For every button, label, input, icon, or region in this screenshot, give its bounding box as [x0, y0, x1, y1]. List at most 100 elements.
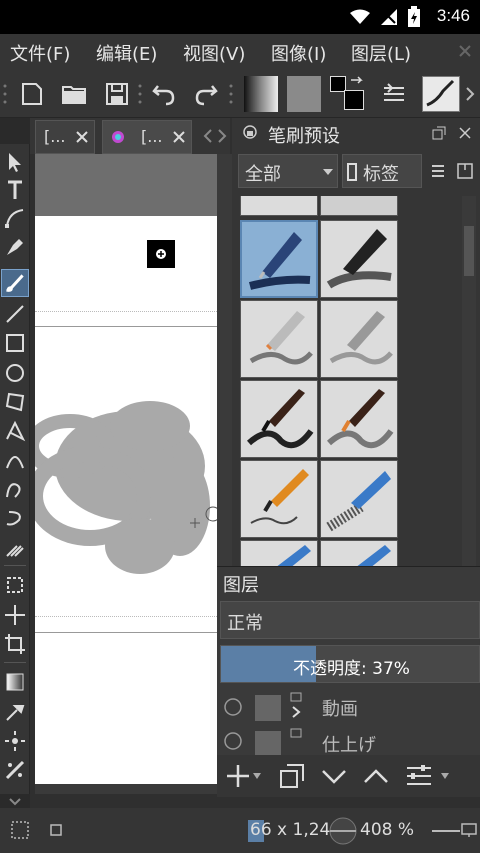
close-tab-icon[interactable]: [173, 131, 185, 143]
color-selector[interactable]: [330, 76, 366, 112]
selection-mode-icon[interactable]: [10, 820, 30, 840]
layer-properties-dropdown-icon[interactable]: [441, 773, 449, 779]
brush-settings-icon[interactable]: [380, 80, 408, 108]
swap-colors-icon[interactable]: [349, 76, 365, 90]
pattern-selector[interactable]: [287, 76, 321, 112]
tab-scroll-right-icon[interactable]: [216, 128, 228, 144]
tab-scroll-left-icon[interactable]: [202, 128, 214, 144]
move-layer-down-icon[interactable]: [321, 763, 347, 789]
layer-row[interactable]: 動画: [217, 689, 480, 725]
brush-preset[interactable]: [240, 460, 318, 538]
undo-icon[interactable]: [150, 80, 178, 108]
multibrush-icon[interactable]: [3, 536, 27, 560]
ellipse-tool-icon[interactable]: [3, 361, 27, 385]
smart-patch-icon[interactable]: [3, 729, 27, 753]
layer-properties-icon[interactable]: [405, 763, 433, 789]
bezier-tool-icon[interactable]: [3, 448, 27, 472]
main-toolbar: [0, 70, 480, 118]
polygon-tool-icon[interactable]: [3, 390, 27, 414]
lock-docker-icon[interactable]: [242, 124, 258, 140]
menu-file[interactable]: 文件(F): [10, 40, 70, 66]
brush-preset[interactable]: [240, 300, 318, 378]
visibility-eye-icon[interactable]: [223, 697, 243, 717]
brush-filter-dropdown[interactable]: 全部: [238, 154, 338, 188]
move-tool-icon[interactable]: [3, 603, 27, 627]
blend-mode-dropdown[interactable]: 正常: [220, 601, 480, 639]
dynamic-brush-icon[interactable]: [3, 506, 27, 530]
pencil-brush-icon: [249, 311, 313, 365]
close-tab-icon[interactable]: [76, 131, 88, 143]
brush-preset[interactable]: [320, 196, 398, 216]
canvas-viewport[interactable]: [35, 154, 217, 794]
display-settings-icon[interactable]: [460, 822, 478, 838]
redo-icon[interactable]: [192, 80, 220, 108]
brush-preset[interactable]: [320, 460, 398, 538]
brush-preset[interactable]: [320, 220, 398, 298]
blend-mode-value: 正常: [227, 613, 263, 634]
menu-image[interactable]: 图像(I): [271, 40, 326, 66]
view-menu-icon[interactable]: [430, 164, 446, 178]
layer-row[interactable]: 仕上げ: [217, 725, 480, 755]
brush-preset[interactable]: [320, 300, 398, 378]
horizontal-scrollbar[interactable]: [35, 784, 217, 794]
brush-presets-docker: 笔刷预设 全部 标签: [232, 118, 480, 568]
calligraphy-icon[interactable]: [3, 235, 27, 259]
add-layer-icon[interactable]: [225, 763, 251, 789]
close-docker-icon[interactable]: [458, 126, 472, 140]
floating-add-button[interactable]: [147, 240, 175, 268]
brush-tool-active[interactable]: [1, 269, 29, 297]
assistant-tool-icon[interactable]: [3, 758, 27, 782]
opacity-slider[interactable]: 不透明度: 37%: [220, 645, 480, 683]
edit-shapes-icon[interactable]: [3, 206, 27, 230]
close-document-icon[interactable]: [458, 44, 472, 58]
rectangle-tool-icon[interactable]: [3, 331, 27, 355]
menu-layer[interactable]: 图层(L): [351, 40, 411, 66]
visibility-eye-icon[interactable]: [223, 731, 243, 751]
menu-edit[interactable]: 编辑(E): [96, 40, 157, 66]
brush-preset[interactable]: [240, 196, 318, 216]
duplicate-layer-icon[interactable]: [279, 763, 305, 789]
tag-button[interactable]: 标签: [342, 154, 422, 188]
rotation-dial-icon[interactable]: [328, 816, 358, 846]
menu-view[interactable]: 视图(V): [183, 40, 245, 66]
tab-document-2[interactable]: [...: [102, 120, 192, 154]
background-color-swatch[interactable]: [344, 90, 364, 110]
toolbox-scroll[interactable]: [0, 794, 30, 808]
brush-preset[interactable]: [240, 380, 318, 458]
toolbox-divider: [4, 565, 26, 566]
polyline-tool-icon[interactable]: [3, 419, 27, 443]
brush-preset[interactable]: [320, 540, 398, 568]
add-layer-dropdown-icon[interactable]: [253, 773, 261, 779]
save-icon[interactable]: [103, 80, 131, 108]
gradient-tool-icon[interactable]: [3, 670, 27, 694]
crop-tool-icon[interactable]: [3, 632, 27, 656]
guide-line: [35, 632, 217, 633]
layer-name: 動画: [322, 699, 358, 720]
move-layer-up-icon[interactable]: [363, 763, 389, 789]
new-document-icon[interactable]: [18, 80, 46, 108]
tab-document-1[interactable]: [...: [35, 120, 95, 154]
current-brush-preset[interactable]: [422, 76, 460, 112]
brush-preset-selected[interactable]: [240, 220, 318, 298]
zoom-slider[interactable]: [432, 830, 460, 832]
scrollbar-thumb[interactable]: [464, 226, 474, 276]
brush-preset[interactable]: [320, 380, 398, 458]
brush-grid-scrollbar[interactable]: [462, 196, 476, 568]
layer-thumbnail: [255, 695, 281, 721]
line-tool-icon[interactable]: [3, 302, 27, 326]
color-picker-icon[interactable]: [3, 700, 27, 724]
text-tool-icon[interactable]: [3, 178, 27, 202]
brush-preset[interactable]: [240, 540, 318, 568]
gradient-selector[interactable]: [244, 76, 278, 112]
select-shapes-icon[interactable]: [3, 150, 27, 174]
vertical-scrollbar[interactable]: [217, 154, 232, 566]
panel-toggle-icon[interactable]: [456, 162, 474, 180]
open-folder-icon[interactable]: [60, 80, 88, 108]
selection-display-icon[interactable]: [48, 822, 64, 838]
float-docker-icon[interactable]: [432, 126, 446, 140]
toolbar-grip-icon: [3, 84, 7, 104]
overflow-icon[interactable]: [464, 82, 476, 106]
folder-expand-icon[interactable]: [289, 691, 303, 721]
transform-tool-icon[interactable]: [3, 573, 27, 597]
freehand-path-icon[interactable]: [3, 477, 27, 501]
